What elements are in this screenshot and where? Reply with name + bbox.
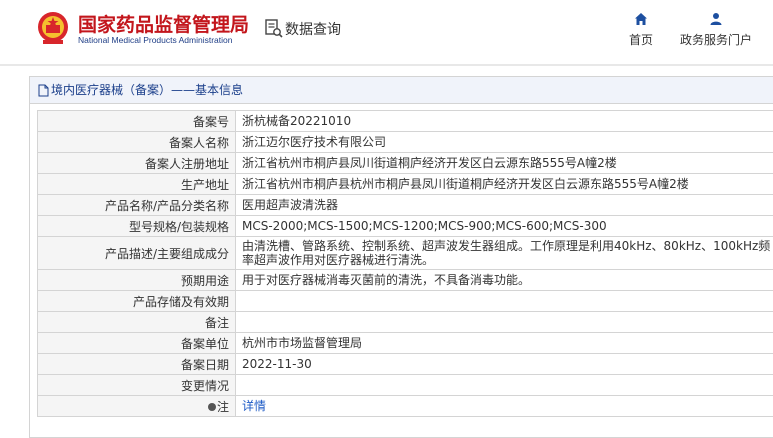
table-row: 备案单位杭州市市场监督管理局 bbox=[38, 333, 773, 354]
table-row: 预期用途用于对医疗器械消毒灭菌前的清洗，不具备消毒功能。 bbox=[38, 270, 773, 291]
table-row: 生产地址浙江省杭州市桐庐县杭州市桐庐县凤川街道桐庐经济开发区白云源东路555号A… bbox=[38, 174, 773, 195]
row-value-text: 浙江迈尔医疗技术有限公司 bbox=[242, 135, 386, 149]
panel-title: 境内医疗器械（备案）——基本信息 bbox=[30, 77, 773, 104]
table-row: 变更情况 bbox=[38, 375, 773, 396]
row-label: 型号规格/包装规格 bbox=[38, 216, 236, 237]
nav-home-label: 首页 bbox=[629, 33, 653, 47]
user-icon bbox=[709, 12, 723, 26]
row-label-text: 备案单位 bbox=[181, 337, 229, 351]
table-row: 产品存储及有效期 bbox=[38, 291, 773, 312]
row-label-text: 型号规格/包装规格 bbox=[129, 220, 229, 234]
row-value: 用于对医疗器械消毒灭菌前的清洗，不具备消毒功能。 bbox=[236, 270, 773, 291]
row-value: 浙江省杭州市桐庐县凤川街道桐庐经济开发区白云源东路555号A幢2楼 bbox=[236, 153, 773, 174]
row-value-text: 用于对医疗器械消毒灭菌前的清洗，不具备消毒功能。 bbox=[242, 273, 530, 287]
row-value-text: 医用超声波清洗器 bbox=[242, 198, 338, 212]
row-value: 浙江省杭州市桐庐县杭州市桐庐县凤川街道桐庐经济开发区白云源东路555号A幢2楼 bbox=[236, 174, 773, 195]
row-value-text: 由清洗槽、管路系统、控制系统、超声波发生器组成。工作原理是利用40kHz、80k… bbox=[242, 239, 770, 267]
nav-service-label: 政务服务门户 bbox=[680, 33, 752, 47]
row-value: 详情 bbox=[236, 396, 773, 417]
row-value: MCS-2000;MCS-1500;MCS-1200;MCS-900;MCS-6… bbox=[236, 216, 773, 237]
row-value-text: MCS-2000;MCS-1500;MCS-1200;MCS-900;MCS-6… bbox=[242, 219, 607, 233]
table-row: 备注 bbox=[38, 312, 773, 333]
table-row: 备案人注册地址浙江省杭州市桐庐县凤川街道桐庐经济开发区白云源东路555号A幢2楼 bbox=[38, 153, 773, 174]
data-query-link[interactable]: 数据查询 bbox=[265, 18, 341, 40]
nav-home[interactable]: 首页 bbox=[626, 12, 656, 48]
row-value-text: 杭州市市场监督管理局 bbox=[242, 336, 362, 350]
site-logo-title[interactable]: 国家药品监督管理局 bbox=[78, 10, 249, 37]
row-label: 产品存储及有效期 bbox=[38, 291, 236, 312]
nav-service-portal[interactable]: 政务服务门户 bbox=[678, 12, 754, 48]
row-label: 预期用途 bbox=[38, 270, 236, 291]
row-label-text: 备案人注册地址 bbox=[145, 157, 229, 171]
table-row: 注详情 bbox=[38, 396, 773, 417]
row-label-text: 备案日期 bbox=[181, 358, 229, 372]
row-label-text: 注 bbox=[217, 400, 229, 414]
row-label: 备注 bbox=[38, 312, 236, 333]
panel-title-text: 境内医疗器械（备案）——基本信息 bbox=[51, 77, 243, 103]
table-row: 产品描述/主要组成成分由清洗槽、管路系统、控制系统、超声波发生器组成。工作原理是… bbox=[38, 237, 773, 270]
row-label: 备案人注册地址 bbox=[38, 153, 236, 174]
data-query-label: 数据查询 bbox=[285, 19, 341, 39]
row-value-text: 2022-11-30 bbox=[242, 357, 312, 371]
row-value: 由清洗槽、管路系统、控制系统、超声波发生器组成。工作原理是利用40kHz、80k… bbox=[236, 237, 773, 270]
row-label: 变更情况 bbox=[38, 375, 236, 396]
row-value bbox=[236, 312, 773, 333]
table-row: 型号规格/包装规格 MCS-2000;MCS-1500;MCS-1200;MCS-… bbox=[38, 216, 773, 237]
row-value: 浙杭械备20221010 bbox=[236, 111, 773, 132]
row-label-text: 备注 bbox=[205, 316, 229, 330]
table-row: 备案日期 2022-11-30 bbox=[38, 354, 773, 375]
details-link[interactable]: 详情 bbox=[242, 399, 266, 413]
row-label: 生产地址 bbox=[38, 174, 236, 195]
row-label-text: 备案人名称 bbox=[169, 136, 229, 150]
row-label-text: 产品描述/主要组成成分 bbox=[105, 247, 229, 261]
note-bulb-icon bbox=[208, 403, 216, 411]
row-value: 医用超声波清洗器 bbox=[236, 195, 773, 216]
row-label: 备案单位 bbox=[38, 333, 236, 354]
row-label: 注 bbox=[38, 396, 236, 417]
row-value-text: 浙杭械备20221010 bbox=[242, 114, 351, 128]
row-label-text: 变更情况 bbox=[181, 379, 229, 393]
row-label-text: 产品存储及有效期 bbox=[133, 295, 229, 309]
info-table: 备案号浙杭械备20221010备案人名称浙江迈尔医疗技术有限公司备案人注册地址浙… bbox=[37, 110, 773, 417]
home-icon bbox=[634, 12, 648, 26]
site-logo-subtitle[interactable]: National Medical Products Administration bbox=[78, 35, 233, 45]
row-label: 备案日期 bbox=[38, 354, 236, 375]
row-label: 产品名称/产品分类名称 bbox=[38, 195, 236, 216]
national-emblem-icon bbox=[36, 10, 70, 46]
site-header: 国家药品监督管理局 National Medical Products Admi… bbox=[0, 0, 773, 60]
table-row: 备案号浙杭械备20221010 bbox=[38, 111, 773, 132]
row-value-text: 浙江省杭州市桐庐县杭州市桐庐县凤川街道桐庐经济开发区白云源东路555号A幢2楼 bbox=[242, 177, 689, 191]
row-label: 产品描述/主要组成成分 bbox=[38, 237, 236, 270]
row-label: 备案号 bbox=[38, 111, 236, 132]
row-value: 杭州市市场监督管理局 bbox=[236, 333, 773, 354]
row-value bbox=[236, 375, 773, 396]
row-value bbox=[236, 291, 773, 312]
row-label: 备案人名称 bbox=[38, 132, 236, 153]
document-icon bbox=[38, 84, 49, 97]
row-value: 浙江迈尔医疗技术有限公司 bbox=[236, 132, 773, 153]
document-search-icon bbox=[265, 19, 283, 39]
row-label-text: 预期用途 bbox=[181, 274, 229, 288]
row-value: 2022-11-30 bbox=[236, 354, 773, 375]
row-label-text: 生产地址 bbox=[181, 178, 229, 192]
row-value-text: 浙江省杭州市桐庐县凤川街道桐庐经济开发区白云源东路555号A幢2楼 bbox=[242, 156, 617, 170]
row-label-text: 产品名称/产品分类名称 bbox=[105, 199, 229, 213]
row-label-text: 备案号 bbox=[193, 115, 229, 129]
table-row: 备案人名称浙江迈尔医疗技术有限公司 bbox=[38, 132, 773, 153]
table-row: 产品名称/产品分类名称医用超声波清洗器 bbox=[38, 195, 773, 216]
header-divider bbox=[0, 64, 773, 66]
